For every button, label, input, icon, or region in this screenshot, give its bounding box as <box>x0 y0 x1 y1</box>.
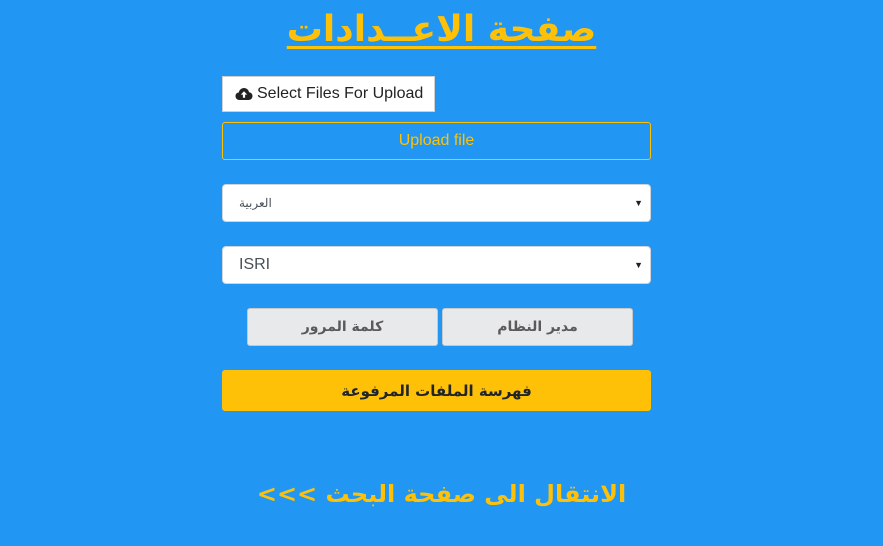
admin-button[interactable]: مدير النظام <box>442 308 633 346</box>
dropdown-caret-icon: ▼ <box>634 260 643 270</box>
stemmer-select[interactable]: ISRI ▼ <box>222 246 651 284</box>
search-page-link[interactable]: الانتقال الى صفحة البحث >>> <box>0 474 883 514</box>
upload-file-button[interactable]: Upload file <box>222 122 651 160</box>
select-files-label: Select Files For Upload <box>257 85 424 102</box>
page-title: صفحة الاعــدادات <box>286 9 597 50</box>
cloud-upload-icon <box>235 87 253 101</box>
dropdown-caret-icon: ▼ <box>634 198 643 208</box>
select-files-button[interactable]: Select Files For Upload <box>222 76 435 112</box>
index-files-button[interactable]: فهرسة الملفات المرفوعة <box>222 370 651 411</box>
language-select[interactable]: العربية ▼ <box>222 184 651 222</box>
password-button[interactable]: كلمة المرور <box>247 308 438 346</box>
language-select-value: العربية <box>239 196 272 210</box>
stemmer-select-value: ISRI <box>239 256 271 273</box>
